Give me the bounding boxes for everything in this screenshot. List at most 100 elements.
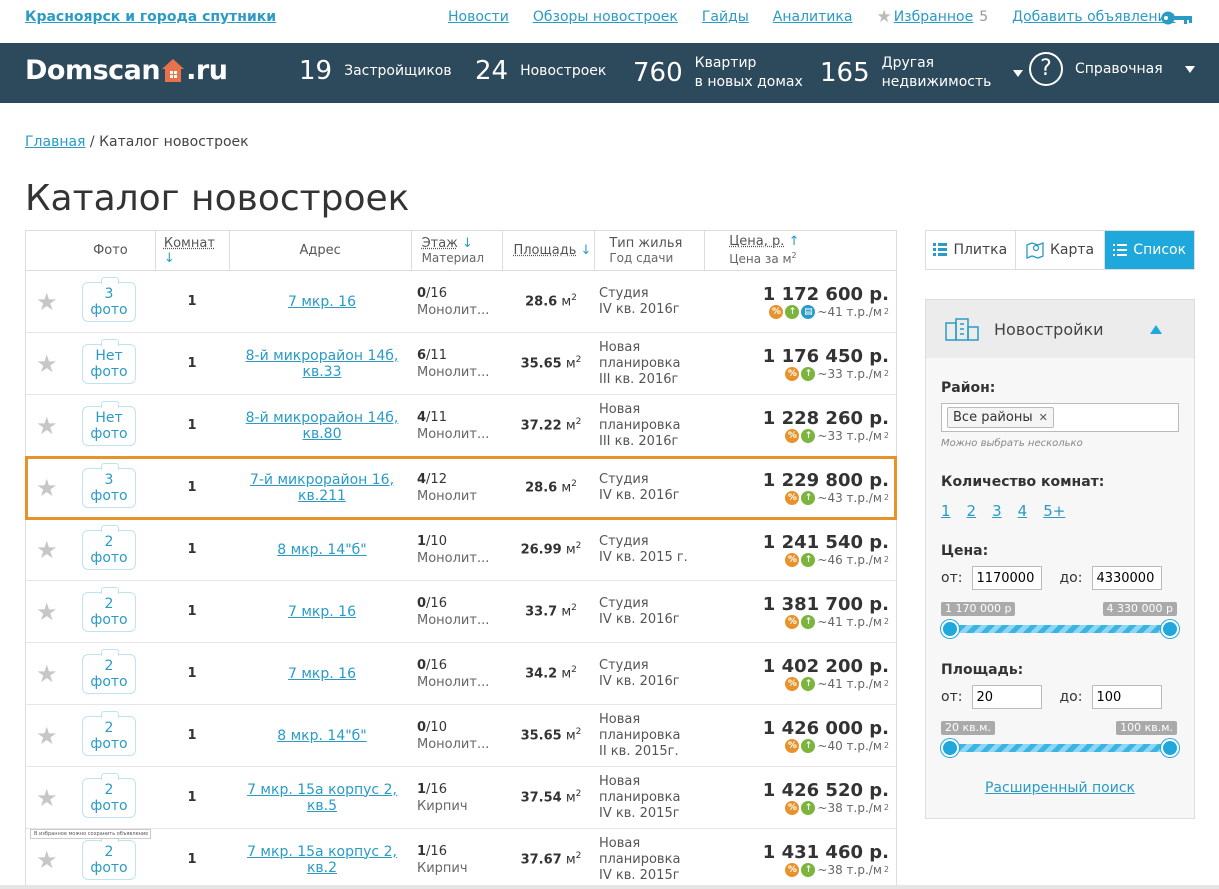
favorite-star-icon[interactable]: ★ bbox=[36, 662, 58, 686]
address-link[interactable]: 8 мкр. 14"б" bbox=[231, 542, 413, 558]
table-row[interactable]: ★ 2 фото 1 8 мкр. 14"б" 0/10 Монолит... 35.65 м… bbox=[26, 705, 896, 767]
guides-link[interactable]: Гайды bbox=[702, 9, 749, 25]
filters-header[interactable]: Новостройки bbox=[926, 300, 1194, 358]
address-link[interactable]: 7 мкр. 16 bbox=[231, 294, 413, 310]
collapse-icon[interactable] bbox=[1150, 325, 1162, 334]
address-link[interactable]: 7 мкр. 15а корпус 2, кв.2 bbox=[231, 844, 413, 876]
stat-new-buildings[interactable]: 24 Новостроек bbox=[475, 56, 606, 86]
view-list-button[interactable]: Список bbox=[1105, 231, 1195, 269]
table-row[interactable]: ★ 2 фото 1 7 мкр. 16 0/16 Монолит... 33.7 м2 Сту… bbox=[26, 581, 896, 643]
favorite-star-icon[interactable]: ★ bbox=[36, 724, 58, 748]
photo-button[interactable]: 3 фото bbox=[82, 276, 136, 322]
address-link[interactable]: 7 мкр. 15а корпус 2, кв.5 bbox=[231, 782, 413, 814]
photo-button[interactable]: 2 фото bbox=[82, 586, 136, 632]
site-logo[interactable]: Domscan .ru bbox=[25, 55, 228, 86]
reviews-link[interactable]: Обзоры новостроек bbox=[533, 9, 678, 25]
rooms-option-2[interactable]: 2 bbox=[967, 502, 977, 520]
stat-apartments[interactable]: 760 Квартир в новых домах bbox=[633, 54, 803, 92]
favorite-star-icon[interactable]: ★ bbox=[36, 786, 58, 810]
favorite-star-icon[interactable]: ★ bbox=[36, 290, 58, 314]
address-link[interactable]: 8-й микрорайон 14б, кв.80 bbox=[231, 410, 413, 442]
address-link[interactable]: 7-й микрорайон 16, кв.211 bbox=[231, 472, 413, 504]
header-area[interactable]: Площадь ↓ bbox=[503, 231, 596, 270]
table-row[interactable]: ★ 3 фото 1 7 мкр. 16 0/16 Монолит... 28.6 м2 Сту… bbox=[26, 271, 896, 333]
rooms-option-1[interactable]: 1 bbox=[941, 502, 951, 520]
view-tile-button[interactable]: Плитка bbox=[926, 231, 1016, 269]
photo-button[interactable]: 2 фото bbox=[82, 772, 136, 818]
favorites-link[interactable]: ★ Избранное 5 bbox=[876, 9, 988, 26]
key-icon[interactable] bbox=[1160, 10, 1194, 26]
add-ad-link[interactable]: Добавить объявление bbox=[1012, 9, 1175, 25]
header-floor[interactable]: Этаж ↓ Материал bbox=[412, 231, 504, 270]
rooms-cell: 1 bbox=[187, 542, 197, 557]
table-row[interactable]: ★ Нет фото 1 8-й микрорайон 14б, кв.33 6/11 Мо… bbox=[26, 333, 896, 395]
price-min-handle[interactable] bbox=[941, 620, 959, 638]
table-row[interactable]: ★ 2 фото 1 7 мкр. 15а корпус 2, кв.5 1/16 Кирп… bbox=[26, 767, 896, 829]
chevron-down-icon bbox=[1184, 65, 1195, 73]
table-row[interactable]: ★ Нет фото 1 8-й микрорайон 14б, кв.80 4/11 Мо… bbox=[26, 395, 896, 457]
city-link[interactable]: Красноярск и города спутники bbox=[25, 9, 276, 25]
favorites-label[interactable]: Избранное bbox=[894, 9, 974, 25]
mortgage-icon: ↑ bbox=[801, 676, 816, 691]
news-link[interactable]: Новости bbox=[448, 9, 509, 25]
rooms-option-4[interactable]: 4 bbox=[1018, 502, 1028, 520]
photo-button[interactable]: Нет фото bbox=[82, 338, 136, 384]
price-max-handle[interactable] bbox=[1161, 620, 1179, 638]
favorite-star-icon[interactable]: ★ bbox=[36, 848, 58, 872]
photo-button[interactable]: 3 фото bbox=[82, 462, 136, 508]
rooms-option-5plus[interactable]: 5+ bbox=[1043, 502, 1065, 520]
price-to-input[interactable] bbox=[1092, 566, 1163, 590]
grid-icon bbox=[933, 243, 948, 256]
photo-button[interactable]: 2 фото bbox=[82, 524, 136, 570]
table-row[interactable]: ★ 2 фото 1 7 мкр. 16 0/16 Монолит... 34.2 м2 Сту… bbox=[26, 643, 896, 705]
favorite-star-icon[interactable]: ★ bbox=[36, 352, 58, 376]
help-menu[interactable]: ? Справочная bbox=[1029, 52, 1195, 86]
area-min-handle[interactable] bbox=[941, 739, 959, 757]
header-type: Тип жилья Год сдачи bbox=[595, 231, 706, 270]
area-to-input[interactable] bbox=[1092, 685, 1163, 709]
favorite-star-icon[interactable]: ★ bbox=[36, 600, 58, 624]
address-link[interactable]: 7 мкр. 16 bbox=[231, 604, 413, 620]
view-map-button[interactable]: Карта bbox=[1016, 231, 1106, 269]
stat-other-realty[interactable]: 165 Другая недвижимость bbox=[820, 54, 1024, 92]
price-from-input[interactable] bbox=[972, 566, 1043, 590]
price-per-meter: ~33 т.р./м bbox=[817, 428, 882, 443]
address-link[interactable]: 7 мкр. 16 bbox=[231, 666, 413, 682]
address-link[interactable]: 8 мкр. 14"б" bbox=[231, 728, 413, 744]
photo-button[interactable]: 2 фото bbox=[82, 834, 136, 880]
analytics-link[interactable]: Аналитика bbox=[773, 9, 853, 25]
stat-developers[interactable]: 19 Застройщиков bbox=[299, 56, 452, 86]
rooms-cell: 1 bbox=[187, 728, 197, 743]
favorite-star-icon[interactable]: ★ bbox=[36, 538, 58, 562]
type-cell: Новая планировка III кв. 2016г bbox=[599, 339, 681, 387]
area-slider-track[interactable] bbox=[949, 744, 1171, 752]
price-per-meter: ~41 т.р./м bbox=[817, 614, 882, 629]
district-select[interactable]: Все районы ✕ bbox=[941, 403, 1179, 432]
breadcrumb-home[interactable]: Главная bbox=[25, 134, 85, 150]
page-title: Каталог новостроек bbox=[25, 178, 410, 219]
table-row[interactable]: ★ 2 фото 1 7 мкр. 15а корпус 2, кв.2 1/16 Кирп… bbox=[26, 829, 896, 889]
area-max-handle[interactable] bbox=[1161, 739, 1179, 757]
price-slider-track[interactable] bbox=[949, 625, 1171, 633]
header-price[interactable]: Цена, р. ↑ Цена за м2 bbox=[705, 231, 896, 270]
price-per-meter: ~46 т.р./м bbox=[817, 552, 882, 567]
photo-button[interactable]: 2 фото bbox=[82, 648, 136, 694]
price-per-meter: ~43 т.р./м bbox=[817, 490, 882, 505]
installment-icon: ▤ bbox=[801, 304, 816, 319]
table-row[interactable]: ★ 3 фото 1 7-й микрорайон 16, кв.211 4/12 Моно… bbox=[25, 456, 897, 520]
address-link[interactable]: 8-й микрорайон 14б, кв.33 bbox=[231, 348, 413, 380]
area-from-input[interactable] bbox=[972, 685, 1043, 709]
remove-tag-icon[interactable]: ✕ bbox=[1039, 411, 1048, 424]
header-rooms[interactable]: Комнат ↓ bbox=[156, 231, 230, 270]
photo-button[interactable]: Нет фото bbox=[82, 400, 136, 446]
area-cell: 37.54 м2 bbox=[520, 789, 582, 806]
table-row[interactable]: ★ 2 фото 1 8 мкр. 14"б" 1/10 Монолит... 26.99 м… bbox=[26, 519, 896, 581]
favorite-star-icon[interactable]: ★ bbox=[36, 414, 58, 438]
favorite-star-icon[interactable]: ★ bbox=[36, 476, 58, 500]
help-label: Справочная bbox=[1075, 61, 1163, 77]
area-min-chip: 20 кв.м. bbox=[941, 721, 995, 735]
area-cell: 34.2 м2 bbox=[525, 665, 577, 682]
rooms-option-3[interactable]: 3 bbox=[992, 502, 1002, 520]
advanced-search-link[interactable]: Расширенный поиск bbox=[926, 780, 1194, 796]
photo-button[interactable]: 2 фото bbox=[82, 710, 136, 756]
